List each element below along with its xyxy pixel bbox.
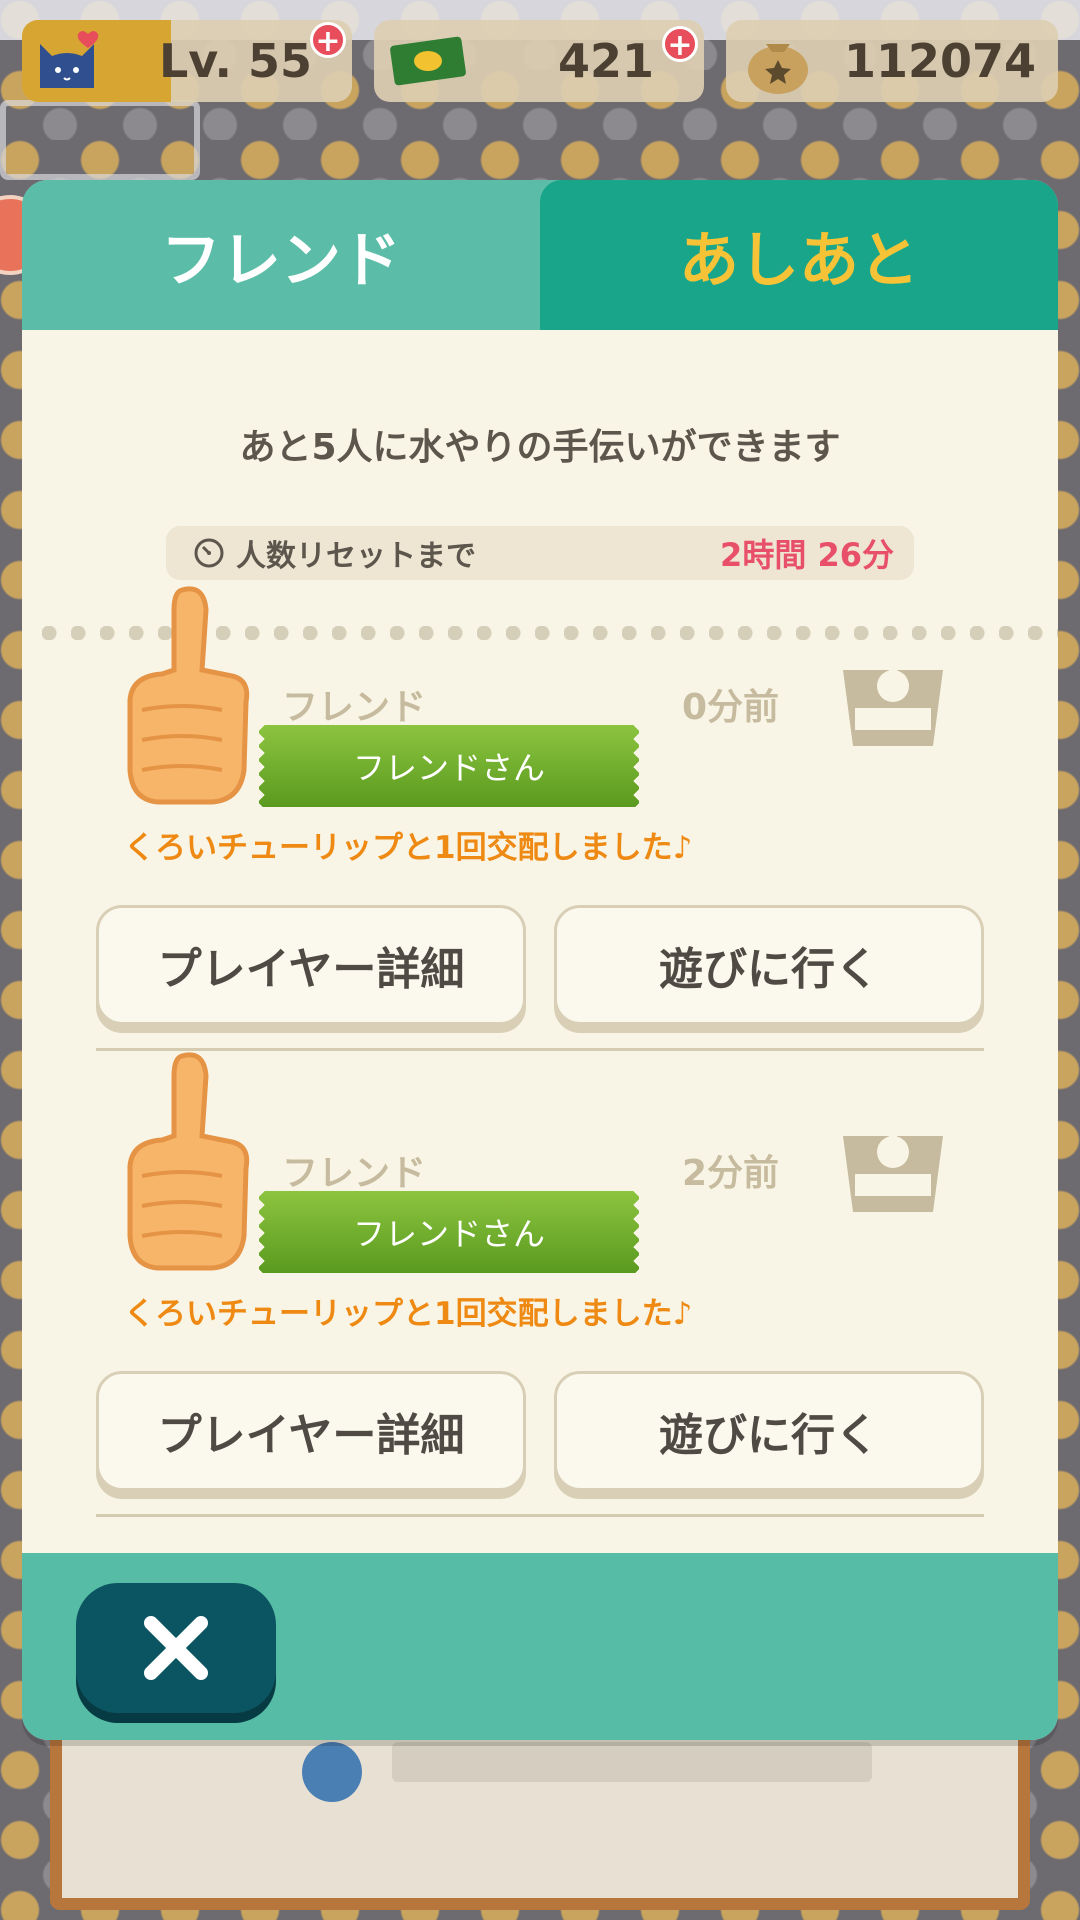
visit-button[interactable]: 遊びに行く: [554, 1371, 984, 1491]
tab-footprints[interactable]: あしあと: [540, 180, 1058, 330]
tickets-display[interactable]: 421 +: [374, 20, 704, 102]
friend-name-banner[interactable]: フレンドさん: [259, 725, 639, 807]
reset-label: 人数リセットまで: [236, 539, 476, 574]
clock-icon: [194, 538, 224, 568]
thumbs-up-icon: [127, 1052, 250, 1271]
reset-time: 2時間 26分: [720, 536, 894, 574]
board-dot: [302, 1742, 362, 1802]
bench-decoration: [0, 100, 200, 180]
add-tickets-button[interactable]: +: [662, 26, 698, 63]
player-detail-button[interactable]: プレイヤー詳細: [96, 1371, 526, 1491]
gift-box-icon: [843, 1130, 943, 1212]
entry-time: 0分前: [682, 687, 780, 728]
tickets-count: 421: [557, 34, 654, 88]
reset-timer-bar: 人数リセットまで 2時間 26分: [166, 526, 914, 580]
footprint-entry: フレンド 0分前 フレンドさん くろいチューリップと1回交配しました♪ プレイヤ…: [22, 586, 1058, 1051]
footprints-modal: フレンド あしあと あと5人に水やりの手伝いができます 人数リセットまで 2時間…: [22, 180, 1058, 1740]
friend-name-banner[interactable]: フレンドさん: [259, 1191, 639, 1273]
close-icon: [144, 1616, 208, 1680]
watering-notice: あと5人に水やりの手伝いができます: [239, 427, 841, 468]
level-label: Lv. 55: [158, 34, 312, 88]
bell-bag-icon: [748, 44, 808, 94]
gift-box-icon: [843, 664, 943, 746]
entry-category: フレンド: [282, 1153, 427, 1194]
visit-button[interactable]: 遊びに行く: [554, 905, 984, 1025]
tab-bar: フレンド あしあと: [22, 180, 1058, 330]
entry-category: フレンド: [282, 687, 427, 728]
board-text-placeholder: [392, 1742, 872, 1782]
footprint-entry: フレンド 2分前 フレンドさん くろいチューリップと1回交配しました♪ プレイヤ…: [22, 1052, 1058, 1517]
leaf-ticket-icon: [390, 36, 466, 86]
entry-message: くろいチューリップと1回交配しました♪: [124, 830, 693, 866]
thumbs-up-icon: [127, 586, 250, 805]
bells-display: 112074: [726, 20, 1058, 102]
close-button[interactable]: [76, 1583, 276, 1713]
level-zoom-icon[interactable]: +: [310, 22, 346, 59]
bells-count: 112074: [843, 34, 1036, 88]
entry-time: 2分前: [682, 1153, 780, 1194]
modal-footer: [22, 1553, 1058, 1740]
player-detail-button[interactable]: プレイヤー詳細: [96, 905, 526, 1025]
tab-friend[interactable]: フレンド: [22, 180, 540, 330]
entry-separator: [96, 1514, 984, 1517]
level-display[interactable]: Lv. 55 +: [22, 20, 352, 102]
entry-message: くろいチューリップと1回交配しました♪: [124, 1296, 693, 1332]
cat-heart-icon: [40, 31, 99, 88]
